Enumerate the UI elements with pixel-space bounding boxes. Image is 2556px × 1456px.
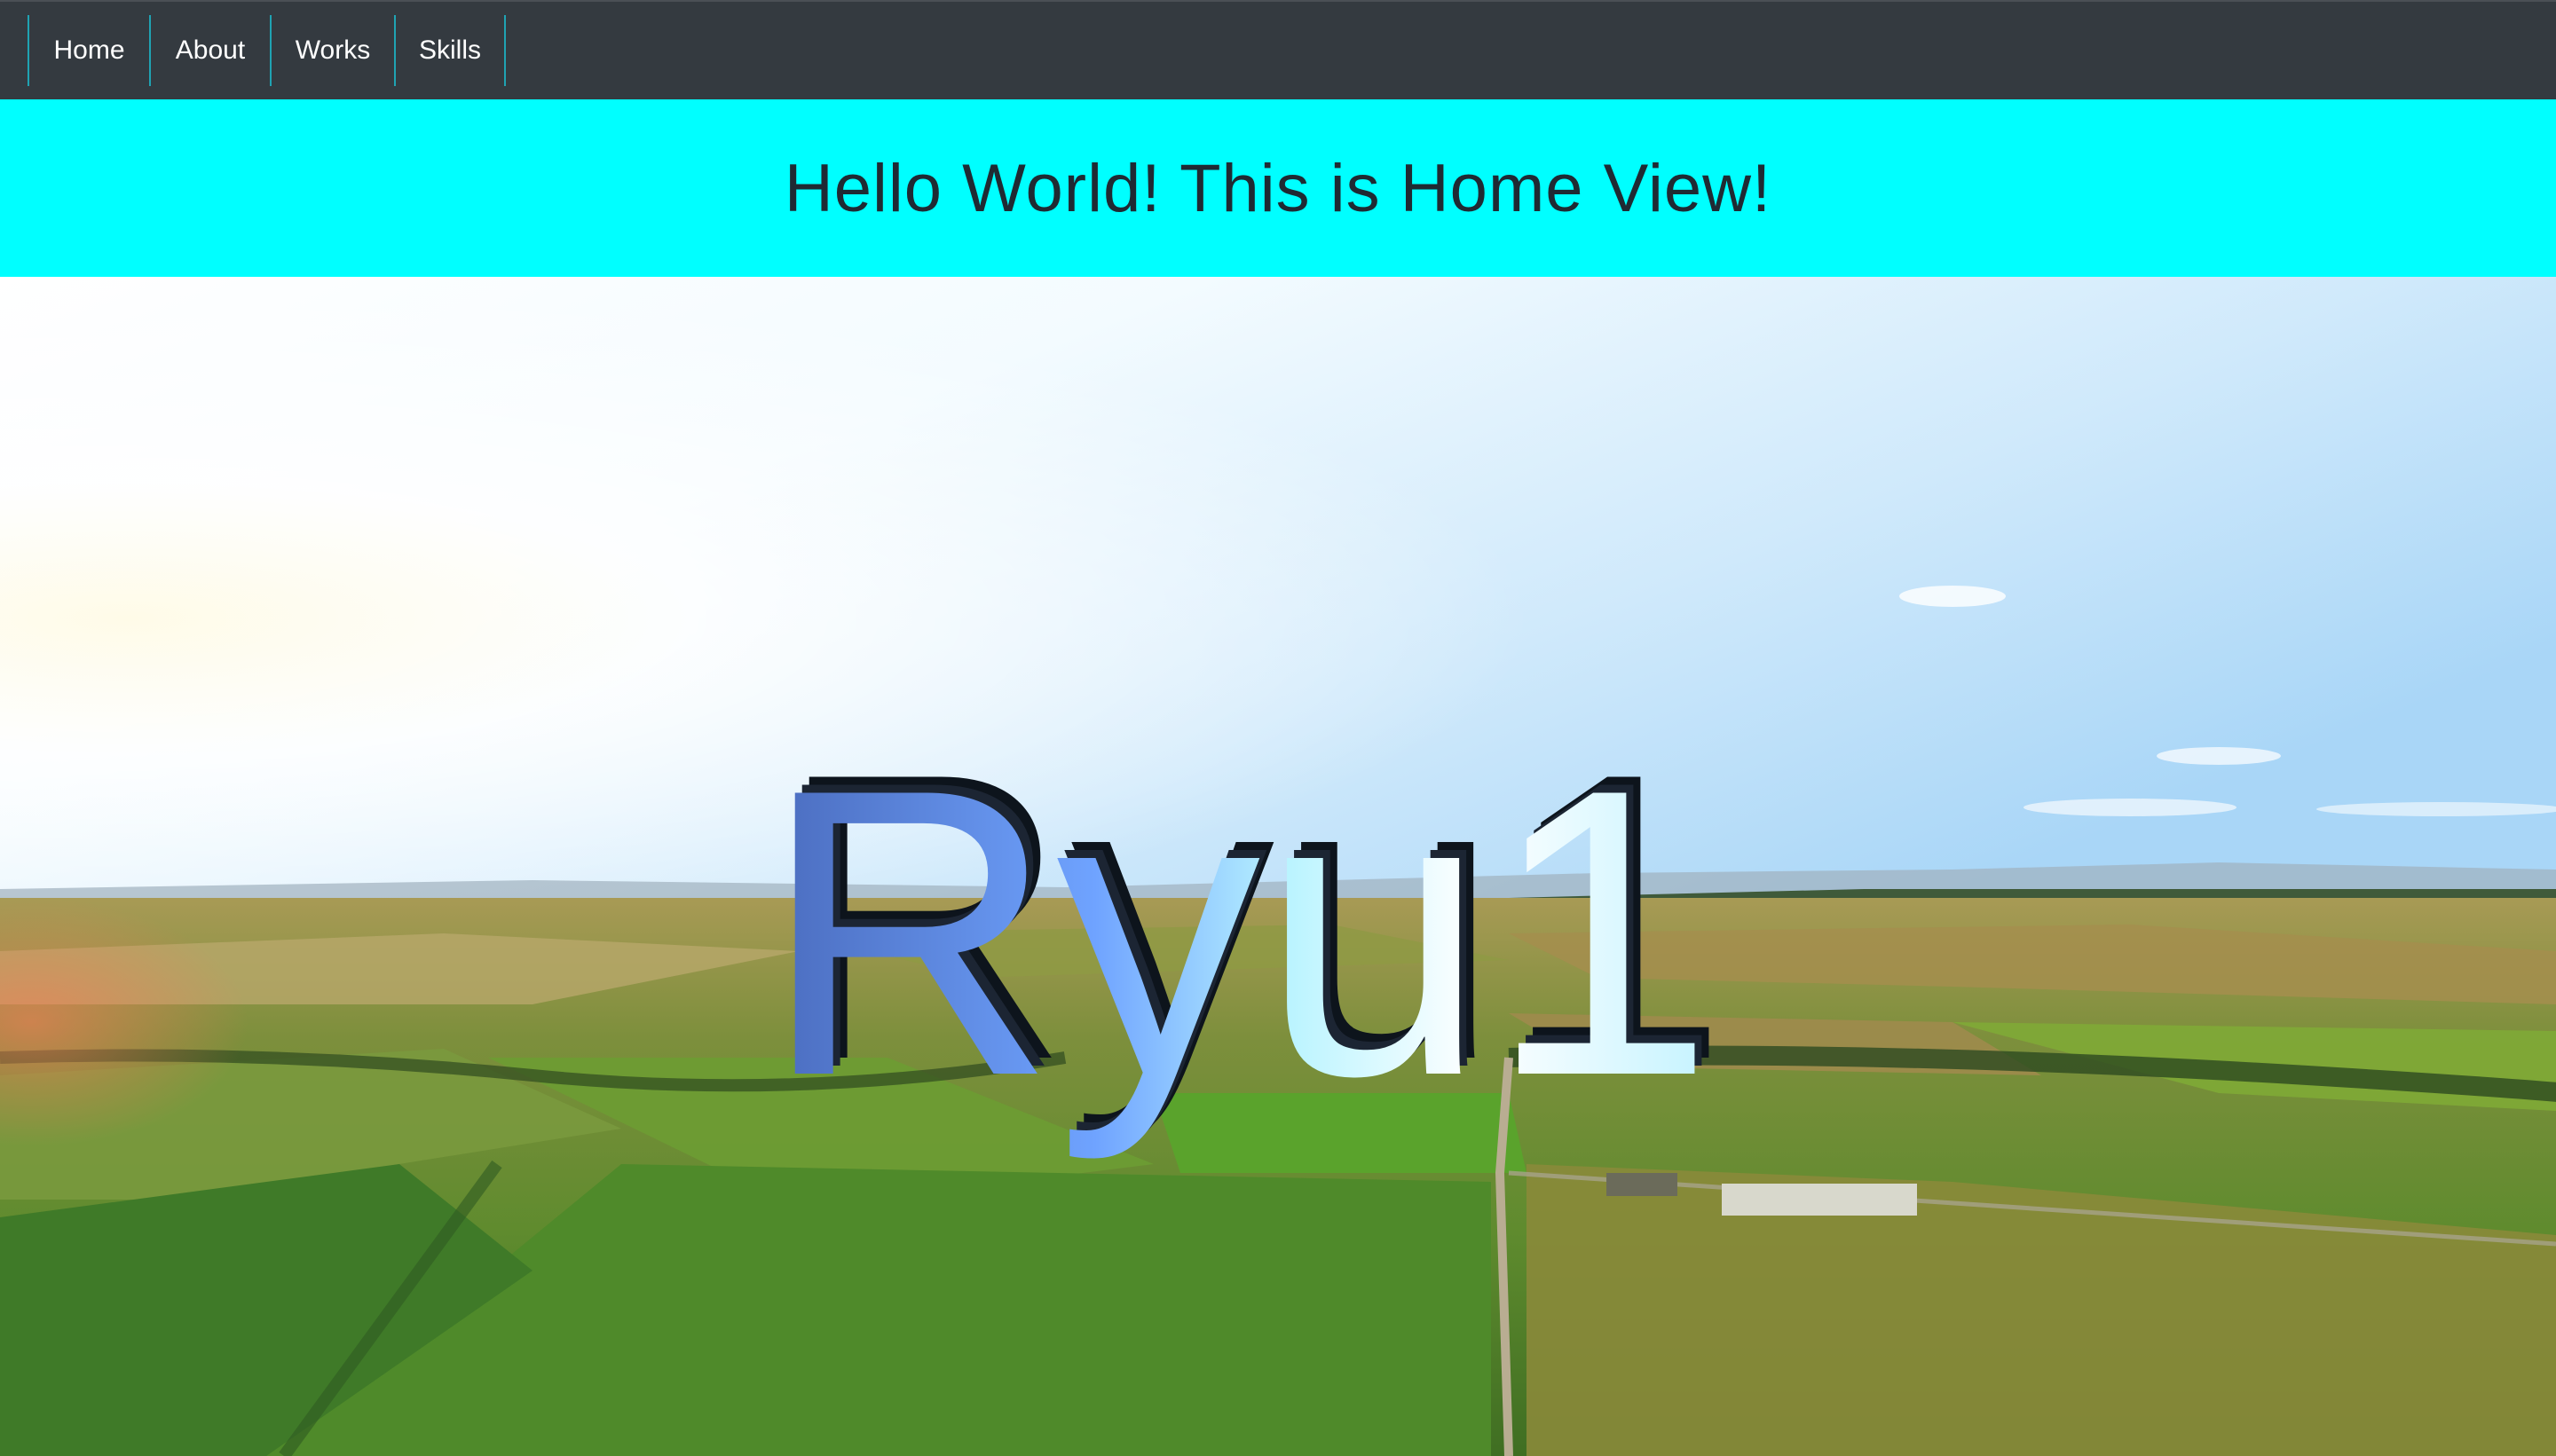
top-navbar: Home About Works Skills (0, 0, 2556, 99)
hero-3d-scene[interactable]: Ryu1 Ryu1 Ryu1 (0, 277, 2556, 1456)
landscape-background: Ryu1 Ryu1 Ryu1 (0, 277, 2556, 1456)
header-banner: Hello World! This is Home View! (0, 99, 2556, 277)
nav-link-about[interactable]: About (149, 15, 270, 86)
page-title: Hello World! This is Home View! (784, 150, 1772, 226)
hero-3d-text: Ryu1 Ryu1 Ryu1 (761, 689, 1729, 1163)
svg-text:Ryu1: Ryu1 (761, 705, 1715, 1163)
nav-link-skills[interactable]: Skills (394, 15, 506, 86)
nav-link-home[interactable]: Home (28, 15, 149, 86)
nav-link-works[interactable]: Works (270, 15, 394, 86)
